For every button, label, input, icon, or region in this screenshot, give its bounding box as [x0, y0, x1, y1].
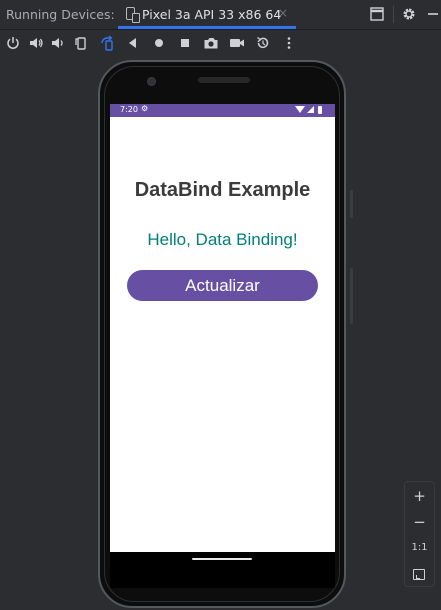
- window-layout-icon[interactable]: [368, 5, 386, 23]
- side-volume-button: [350, 268, 353, 324]
- tab-label: Pixel 3a API 33 x86 64: [142, 7, 282, 22]
- header-separator: [393, 6, 394, 23]
- overview-icon[interactable]: [176, 34, 194, 52]
- fit-screen-icon: [413, 569, 425, 580]
- zoom-fit-button[interactable]: [405, 564, 434, 586]
- status-time: 7:20: [120, 105, 138, 114]
- rotate-right-icon[interactable]: [98, 34, 116, 52]
- back-icon[interactable]: [124, 34, 142, 52]
- tab-device[interactable]: Pixel 3a API 33 x86 64 ×: [118, 0, 296, 29]
- minimize-icon[interactable]: [424, 5, 441, 23]
- wifi-icon: [295, 106, 305, 113]
- power-icon[interactable]: [4, 34, 22, 52]
- message-text: Hello, Data Binding!: [147, 230, 298, 249]
- device-icon: [126, 7, 140, 23]
- battery-icon: [318, 106, 322, 114]
- zoom-in-button[interactable]: +: [405, 484, 434, 508]
- status-bar: 7:20 ⚙: [110, 104, 335, 117]
- navigation-bar: [110, 552, 335, 588]
- record-icon[interactable]: [228, 34, 246, 52]
- device-screen[interactable]: 7:20 ⚙ DataBind Example Hello, Data Bind…: [110, 104, 335, 552]
- actualizar-button[interactable]: Actualizar: [127, 270, 318, 301]
- emulator-toolbar: [0, 30, 441, 56]
- earpiece-speaker: [198, 77, 250, 83]
- zoom-actual-size-button[interactable]: 1:1: [405, 536, 434, 560]
- gesture-handle[interactable]: [192, 558, 252, 560]
- camera-icon[interactable]: [202, 34, 220, 52]
- gear-icon[interactable]: [400, 5, 418, 23]
- reset-icon[interactable]: [254, 34, 272, 52]
- tool-window-title: Running Devices:: [6, 7, 115, 22]
- tool-window-header: Running Devices: Pixel 3a API 33 x86 64 …: [0, 0, 441, 30]
- app-title: DataBind Example: [134, 179, 311, 201]
- signal-icon: [307, 106, 314, 113]
- home-icon[interactable]: [150, 34, 168, 52]
- volume-down-icon[interactable]: [49, 34, 67, 52]
- tab-active-indicator: [118, 26, 296, 29]
- zoom-controls: + − 1:1: [404, 481, 435, 587]
- zoom-out-button[interactable]: −: [405, 510, 434, 534]
- rotate-left-icon[interactable]: [72, 34, 90, 52]
- volume-up-icon[interactable]: [27, 34, 45, 52]
- front-camera: [147, 77, 156, 86]
- tab-close-icon[interactable]: ×: [278, 6, 288, 20]
- more-icon[interactable]: [280, 34, 298, 52]
- side-power-button: [350, 190, 353, 218]
- status-settings-icon: ⚙: [141, 104, 149, 113]
